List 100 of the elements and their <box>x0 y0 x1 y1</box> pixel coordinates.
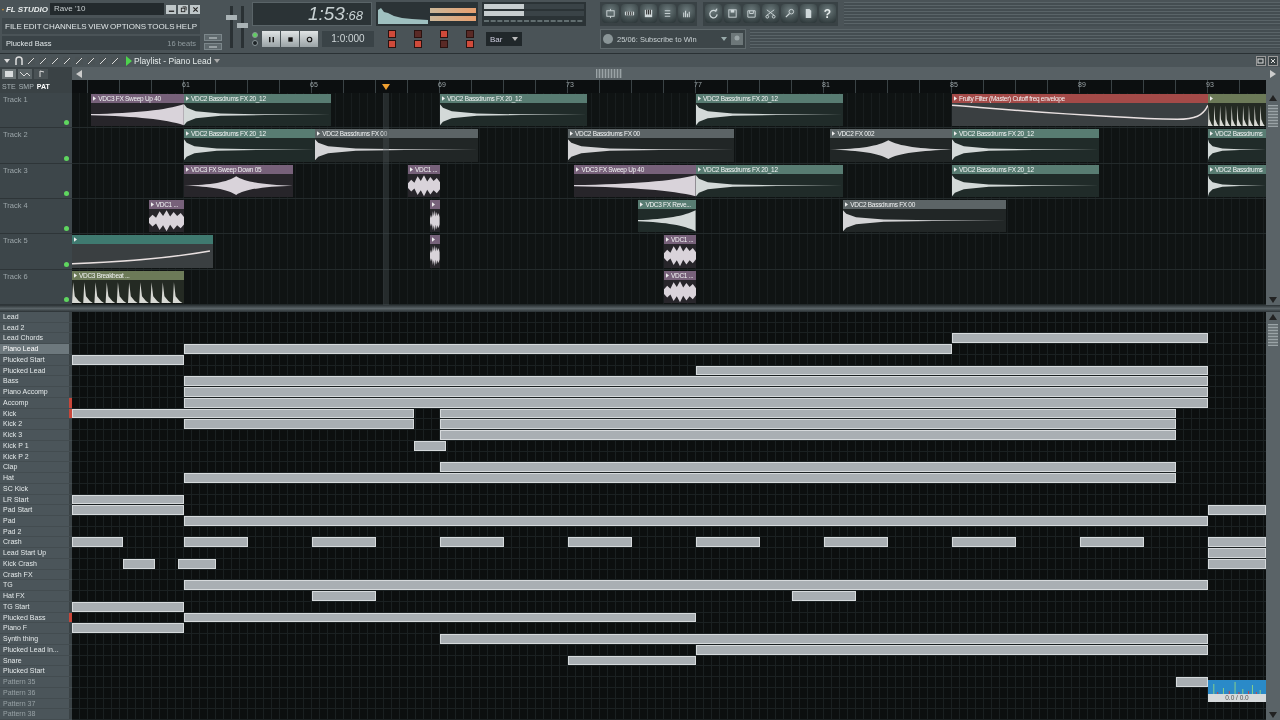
restore-button[interactable] <box>178 4 188 14</box>
automation-icon[interactable] <box>18 68 32 79</box>
toolbar-button[interactable] <box>781 4 798 23</box>
pattern-clip[interactable] <box>824 537 888 548</box>
track-active-led[interactable] <box>64 155 69 161</box>
pattern-clip[interactable] <box>440 462 1176 473</box>
help-button[interactable]: ? <box>819 4 836 23</box>
restore-icon[interactable] <box>1256 55 1266 66</box>
toggle-button[interactable] <box>388 30 396 38</box>
clip-menu-icon[interactable] <box>186 166 189 172</box>
caret-icon[interactable] <box>213 58 220 63</box>
tool-icon[interactable] <box>26 55 36 66</box>
pattern-clip[interactable] <box>184 473 1176 483</box>
menu-item[interactable]: VIEW <box>88 21 109 31</box>
pattern-clip[interactable] <box>184 397 1208 408</box>
clip-menu-icon[interactable] <box>74 237 77 243</box>
play-icon[interactable] <box>126 55 132 66</box>
scroll-down-icon[interactable] <box>1269 297 1277 303</box>
pattern-clip[interactable] <box>952 333 1208 344</box>
clip-menu-icon[interactable] <box>1210 166 1213 172</box>
pattern-clip[interactable] <box>696 644 1208 655</box>
minimize-button[interactable] <box>166 4 176 14</box>
pattern-clip[interactable] <box>1080 537 1144 548</box>
menu-item[interactable]: HELP <box>176 21 197 31</box>
clip-menu-icon[interactable] <box>698 166 701 172</box>
automation-clip[interactable] <box>72 235 213 268</box>
audio-clip[interactable] <box>430 235 440 268</box>
pattern-clip[interactable] <box>1208 94 1266 127</box>
track-active-led[interactable] <box>64 296 69 302</box>
toolbar-button[interactable] <box>705 4 722 23</box>
clip-menu-icon[interactable] <box>432 237 436 243</box>
vertical-scrollbar[interactable] <box>1266 93 1280 305</box>
clip-menu-icon[interactable] <box>845 202 849 207</box>
pattern-clip[interactable] <box>1208 548 1266 558</box>
menu-item[interactable]: FILE <box>5 21 22 31</box>
pattern-clip[interactable] <box>1208 505 1266 515</box>
clip-menu-icon[interactable] <box>74 272 77 278</box>
pattern-clip[interactable] <box>184 419 415 430</box>
mode-led[interactable] <box>252 32 258 38</box>
toolbar-button[interactable] <box>678 4 695 23</box>
track-active-led[interactable] <box>64 226 69 232</box>
clip-menu-icon[interactable] <box>93 96 97 101</box>
toolbar-button[interactable] <box>621 4 638 23</box>
track-active-led[interactable] <box>64 261 69 267</box>
pause-button[interactable] <box>262 31 280 47</box>
pattern-clip[interactable] <box>72 623 184 634</box>
clip-menu-icon[interactable] <box>666 237 669 243</box>
pattern-clip[interactable] <box>312 591 376 601</box>
scroll-up-icon[interactable] <box>1269 314 1277 320</box>
pattern-clip[interactable] <box>952 537 1016 548</box>
pattern-clip[interactable] <box>72 408 415 419</box>
scroll-left-icon[interactable] <box>76 69 82 78</box>
clip-menu-icon[interactable] <box>666 272 669 278</box>
toolbar-button[interactable] <box>743 4 760 23</box>
toolbar-button[interactable] <box>602 4 619 23</box>
pattern-clip[interactable] <box>312 537 376 548</box>
toggle-button[interactable] <box>414 30 422 38</box>
clip-menu-icon[interactable] <box>640 202 644 207</box>
vertical-scrollbar[interactable] <box>1266 312 1280 720</box>
pattern-clip[interactable] <box>72 601 184 612</box>
pattern-clip[interactable] <box>177 558 216 569</box>
toggle-button[interactable] <box>466 30 474 38</box>
pattern-clip[interactable] <box>1208 558 1266 569</box>
clip-menu-icon[interactable] <box>954 166 957 172</box>
scroll-down-icon[interactable] <box>1269 712 1277 718</box>
pattern-clip[interactable] <box>696 365 1208 376</box>
clip-menu-icon[interactable] <box>186 131 189 137</box>
close-icon[interactable] <box>1268 55 1278 66</box>
pattern-icon[interactable] <box>2 68 16 79</box>
horizontal-scrollbar[interactable] <box>72 67 1280 80</box>
menu-item[interactable]: TOOLS <box>147 21 175 31</box>
scroll-up-icon[interactable] <box>1269 95 1277 101</box>
clip-menu-icon[interactable] <box>954 131 957 137</box>
clip-menu-icon[interactable] <box>150 202 154 207</box>
pattern-clip[interactable] <box>414 440 447 451</box>
tool-icon[interactable] <box>86 55 96 66</box>
track-active-led[interactable] <box>64 191 69 196</box>
pattern-clip[interactable] <box>568 537 632 548</box>
clip-menu-icon[interactable] <box>1210 96 1213 101</box>
toolbar-button[interactable] <box>800 4 817 23</box>
tool-icon[interactable] <box>38 55 48 66</box>
pattern-clip[interactable] <box>184 580 1208 591</box>
menu-item[interactable]: OPTIONS <box>110 21 147 31</box>
snap-dropdown[interactable]: Bar <box>486 32 523 46</box>
close-button[interactable] <box>190 4 200 14</box>
clip-menu-icon[interactable] <box>1210 131 1213 137</box>
clip-menu-icon[interactable] <box>186 96 189 101</box>
pattern-clip[interactable] <box>1176 677 1208 687</box>
pattern-clip[interactable] <box>72 505 184 515</box>
scroll-thumb[interactable] <box>1268 105 1278 127</box>
clip-menu-icon[interactable] <box>410 166 413 172</box>
menu-item[interactable]: EDIT <box>23 21 42 31</box>
toggle-button[interactable] <box>414 40 422 48</box>
pattern-clip[interactable] <box>72 354 184 365</box>
clip-menu-icon[interactable] <box>698 96 701 101</box>
record-button[interactable] <box>300 31 318 47</box>
mode-led[interactable] <box>252 40 258 46</box>
toggle-button[interactable] <box>440 30 448 38</box>
scroll-thumb[interactable] <box>596 69 622 78</box>
clip-menu-icon[interactable] <box>954 96 957 101</box>
